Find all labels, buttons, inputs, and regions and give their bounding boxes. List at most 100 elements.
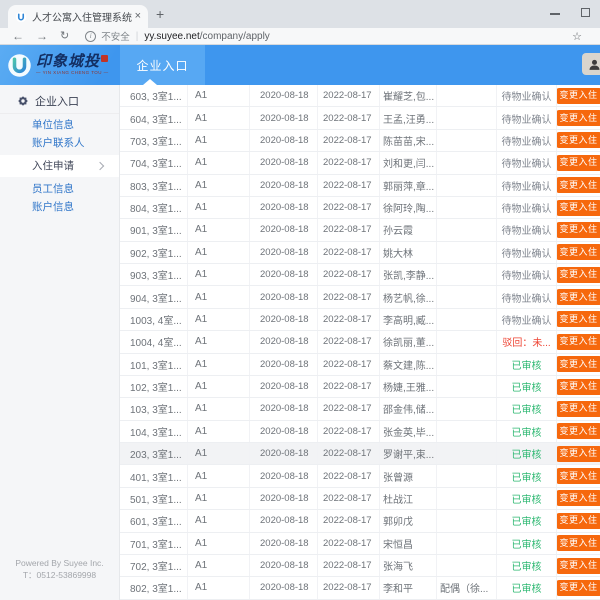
cell-start-date: 2020-08-18 — [250, 219, 318, 240]
cell-start-date: 2020-08-18 — [250, 555, 318, 576]
cell-extra — [437, 152, 497, 173]
cell-start-date: 2020-08-18 — [250, 286, 318, 307]
new-tab-icon[interactable]: + — [156, 6, 164, 22]
sidebar-section-company-entry[interactable]: 企业入口 — [0, 88, 119, 114]
cell-end-date: 2022-08-17 — [318, 421, 380, 442]
change-checkin-button[interactable]: 变更入住 — [557, 558, 600, 574]
cell-end-date: 2022-08-17 — [318, 533, 380, 554]
status-badge: 已审核 — [497, 421, 557, 442]
cell-occupants: 崔耀芝,包... — [380, 85, 437, 106]
sidebar-item[interactable]: 员工信息 — [0, 180, 119, 198]
minimize-icon[interactable] — [550, 13, 560, 15]
cell-room: 804, 3室1... — [120, 197, 188, 218]
change-checkin-button[interactable]: 变更入住 — [557, 423, 600, 439]
change-checkin-button[interactable]: 变更入住 — [557, 267, 600, 283]
table-row: 101, 3室1... A1 2020-08-18 2022-08-17 蔡文建… — [120, 354, 600, 376]
change-checkin-button[interactable]: 变更入住 — [557, 177, 600, 193]
sidebar-item[interactable]: 账户信息 — [0, 198, 119, 216]
sidebar-footer: Powered By Suyee Inc. T：0512-53869998 — [0, 557, 119, 583]
cell-room: 603, 3室1... — [120, 85, 188, 106]
url-path[interactable]: /company/apply — [200, 31, 270, 42]
cell-start-date: 2020-08-18 — [250, 152, 318, 173]
cell-end-date: 2022-08-17 — [318, 577, 380, 598]
browser-tab[interactable]: 人才公寓入住管理系统 × — [8, 5, 148, 28]
status-badge: 待物业确认 — [497, 130, 557, 151]
change-checkin-button[interactable]: 变更入住 — [557, 244, 600, 260]
change-checkin-button[interactable]: 变更入住 — [557, 110, 600, 126]
table-row: 103, 3室1... A1 2020-08-18 2022-08-17 邵金伟… — [120, 398, 600, 420]
table-row: 203, 3室1... A1 2020-08-18 2022-08-17 罗谢平… — [120, 443, 600, 465]
change-checkin-button[interactable]: 变更入住 — [557, 580, 600, 596]
back-icon[interactable]: ← — [12, 30, 24, 42]
cell-extra — [437, 354, 497, 375]
logo: 印象城投 — YIN XIANG CHENG TOU — — [0, 45, 120, 85]
url-divider: | — [136, 31, 139, 42]
change-checkin-button[interactable]: 变更入住 — [557, 535, 600, 551]
cell-room: 704, 3室1... — [120, 152, 188, 173]
cell-occupants: 李高明,臧... — [380, 309, 437, 330]
sidebar-item[interactable]: 单位信息 — [0, 116, 119, 134]
cell-extra — [437, 107, 497, 128]
cell-start-date: 2020-08-18 — [250, 107, 318, 128]
change-checkin-button[interactable]: 变更入住 — [557, 334, 600, 350]
cell-building: A1 — [188, 130, 250, 151]
change-checkin-button[interactable]: 变更入住 — [557, 446, 600, 462]
status-badge: 已审核 — [497, 443, 557, 464]
cell-building: A1 — [188, 309, 250, 330]
change-checkin-button[interactable]: 变更入住 — [557, 155, 600, 171]
status-badge: 已审核 — [497, 577, 557, 598]
table-row: 1003, 4室... A1 2020-08-18 2022-08-17 李高明… — [120, 309, 600, 331]
bookmark-star-icon[interactable]: ☆ — [572, 30, 582, 43]
cell-occupants: 徐阿玲,陶... — [380, 197, 437, 218]
change-checkin-button[interactable]: 变更入住 — [557, 379, 600, 395]
change-checkin-button[interactable]: 变更入住 — [557, 132, 600, 148]
close-tab-icon[interactable]: × — [135, 11, 141, 22]
reload-icon[interactable]: ↻ — [60, 31, 69, 42]
sidebar-item[interactable]: 账户联系人 — [0, 134, 119, 152]
change-checkin-button[interactable]: 变更入住 — [557, 88, 600, 104]
logo-seal-icon — [101, 55, 108, 62]
change-checkin-button[interactable]: 变更入住 — [557, 401, 600, 417]
change-checkin-button[interactable]: 变更入住 — [557, 200, 600, 216]
cell-room: 102, 3室1... — [120, 376, 188, 397]
forward-icon[interactable]: → — [36, 30, 48, 42]
cell-extra — [437, 219, 497, 240]
table-row: 501, 3室1... A1 2020-08-18 2022-08-17 杜战江… — [120, 488, 600, 510]
sidebar-item[interactable]: 入住申请 — [0, 155, 119, 177]
change-checkin-button[interactable]: 变更入住 — [557, 490, 600, 506]
table-row: 703, 3室1... A1 2020-08-18 2022-08-17 陈苗苗… — [120, 130, 600, 152]
cell-start-date: 2020-08-18 — [250, 175, 318, 196]
cell-occupants: 张曾源 — [380, 465, 437, 486]
cell-occupants: 王孟,汪勇... — [380, 107, 437, 128]
maximize-icon[interactable] — [581, 8, 590, 17]
status-badge: 待物业确认 — [497, 309, 557, 330]
cell-room: 104, 3室1... — [120, 421, 188, 442]
change-checkin-button[interactable]: 变更入住 — [557, 513, 600, 529]
info-icon[interactable]: i — [85, 31, 96, 42]
cell-occupants: 陈苗苗,宋... — [380, 130, 437, 151]
status-badge: 待物业确认 — [497, 286, 557, 307]
change-checkin-button[interactable]: 变更入住 — [557, 356, 600, 372]
table-row: 1004, 4室... A1 2020-08-18 2022-08-17 徐凯丽… — [120, 331, 600, 353]
url-domain[interactable]: yy.suyee.net — [144, 31, 199, 42]
nav-tab-company-entry[interactable]: 企业入口 — [120, 45, 205, 85]
cell-start-date: 2020-08-18 — [250, 443, 318, 464]
user-avatar-button[interactable] — [582, 53, 600, 75]
favicon-icon — [15, 11, 27, 23]
cell-occupants: 张金英,毕... — [380, 421, 437, 442]
change-checkin-button[interactable]: 变更入住 — [557, 222, 600, 238]
cell-end-date: 2022-08-17 — [318, 197, 380, 218]
table-row: 601, 3室1... A1 2020-08-18 2022-08-17 郭卯戊… — [120, 510, 600, 532]
change-checkin-button[interactable]: 变更入住 — [557, 311, 600, 327]
change-checkin-button[interactable]: 变更入住 — [557, 468, 600, 484]
cell-start-date: 2020-08-18 — [250, 242, 318, 263]
cell-start-date: 2020-08-18 — [250, 533, 318, 554]
cell-occupants: 刘和更,闫... — [380, 152, 437, 173]
sidebar-item-label: 入住申请 — [32, 160, 74, 172]
cell-occupants: 蔡文建,陈... — [380, 354, 437, 375]
cell-end-date: 2022-08-17 — [318, 130, 380, 151]
cell-room: 601, 3室1... — [120, 510, 188, 531]
status-badge: 待物业确认 — [497, 85, 557, 106]
change-checkin-button[interactable]: 变更入住 — [557, 289, 600, 305]
cell-room: 802, 3室1... — [120, 577, 188, 598]
